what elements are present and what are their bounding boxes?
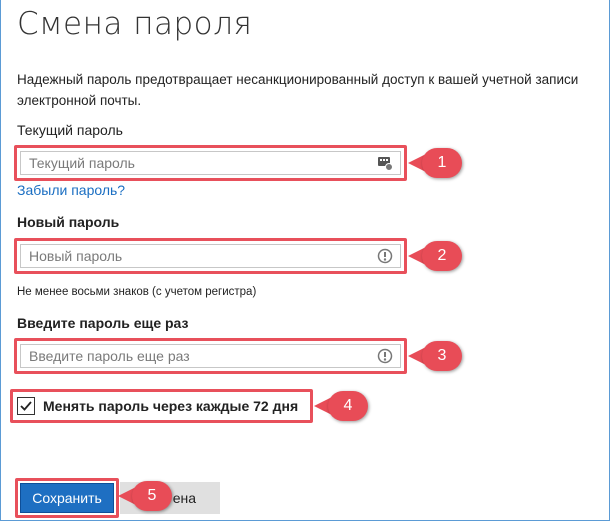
repeat-password-placeholder: Введите пароль еще раз xyxy=(29,348,190,364)
callout-4-number: 4 xyxy=(328,391,368,421)
callout-4: 4 xyxy=(314,391,368,421)
callout-1-number: 1 xyxy=(422,148,462,178)
repeat-password-label: Введите пароль еще раз xyxy=(17,315,189,331)
callout-5-number: 5 xyxy=(132,481,172,511)
checkmark-icon xyxy=(20,401,32,411)
expiry-checkbox[interactable] xyxy=(17,397,35,415)
password-manager-icon[interactable] xyxy=(376,154,394,172)
callout-2: 2 xyxy=(408,241,462,271)
new-password-highlight: Новый пароль xyxy=(14,238,407,274)
current-password-highlight: Текущий пароль xyxy=(14,145,407,181)
expiry-checkbox-label[interactable]: Менять пароль через каждые 72 дня xyxy=(43,398,298,414)
current-password-label: Текущий пароль xyxy=(17,122,123,138)
page-title: Смена пароля xyxy=(17,6,253,42)
callout-3-number: 3 xyxy=(422,341,462,371)
page-description: Надежный пароль предотвращает несанкцион… xyxy=(17,72,579,108)
current-password-placeholder: Текущий пароль xyxy=(29,155,135,171)
new-password-input[interactable]: Новый пароль xyxy=(20,244,401,268)
callout-3: 3 xyxy=(408,341,462,371)
repeat-password-highlight: Введите пароль еще раз xyxy=(14,338,407,374)
reveal-password-icon[interactable] xyxy=(376,247,394,265)
reveal-password-icon[interactable] xyxy=(376,347,394,365)
save-button[interactable]: Сохранить xyxy=(20,483,114,513)
expiry-option-highlight: Менять пароль через каждые 72 дня xyxy=(10,389,313,423)
save-button-highlight: Сохранить xyxy=(15,478,119,518)
current-password-input[interactable]: Текущий пароль xyxy=(20,151,401,175)
callout-2-number: 2 xyxy=(422,241,462,271)
new-password-hint: Не менее восьми знаков (с учетом регистр… xyxy=(17,286,257,298)
forgot-password-link[interactable]: Забыли пароль? xyxy=(17,182,125,198)
callout-1: 1 xyxy=(408,148,462,178)
repeat-password-input[interactable]: Введите пароль еще раз xyxy=(20,344,401,368)
new-password-placeholder: Новый пароль xyxy=(29,248,123,264)
new-password-label: Новый пароль xyxy=(17,214,120,230)
callout-5: 5 xyxy=(118,481,172,511)
